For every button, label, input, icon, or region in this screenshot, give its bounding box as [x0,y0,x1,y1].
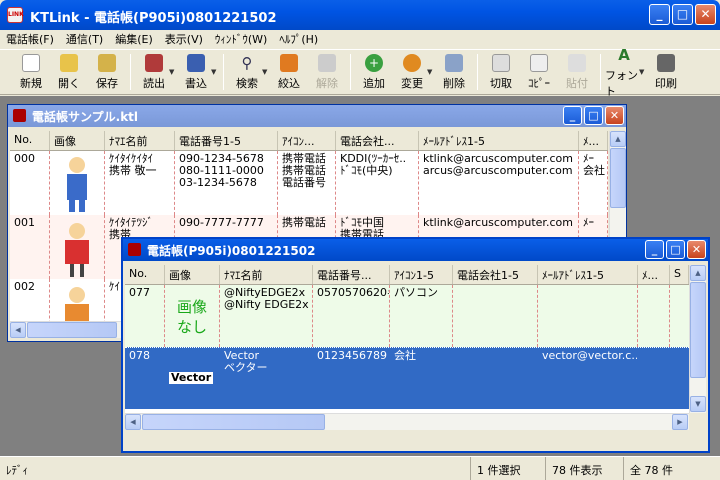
no-image-label: 画像 なし [165,285,220,347]
menu-window[interactable]: ｳｨﾝﾄﾞｳ(W) [209,30,273,48]
sample-maximize-button[interactable]: □ [584,106,603,125]
ktlink-app-icon: LINK [7,7,24,23]
trash-icon [445,53,463,72]
printer-icon [657,53,675,72]
scroll-thumb[interactable] [690,282,706,378]
font-dropdown-icon[interactable]: ▼ [639,68,647,76]
scroll-left-icon[interactable]: ◀ [125,414,141,430]
menu-phonebook[interactable]: 電話帳(F) [0,30,60,48]
toolbar-separator [223,54,224,90]
p905i-table-header: No. 画像 ﾅﾏｴ名前 電話番号... ｱｲｺﾝ1-5 電話会社1-5 ﾒｰﾙ… [125,265,689,285]
p905i-window-title-bar: 電話帳(P905i)0801221502 _ □ ✕ [123,239,708,261]
save-button[interactable]: 保存 [88,53,126,91]
maximize-button[interactable]: □ [672,4,693,25]
search-icon: ⚲ [241,53,253,72]
filter-clear-icon [318,53,336,72]
status-bar: ﾚﾃﾞｨ 1 件選択 78 件表示 全 78 件 [0,456,720,480]
minimize-button[interactable]: _ [649,4,670,25]
phone-write-icon [187,53,205,72]
change-dropdown-icon[interactable]: ▼ [427,68,435,76]
filter-icon [280,53,298,72]
search-dropdown-icon[interactable]: ▼ [262,68,270,76]
app-title: KTLink - 電話帳(P905i)0801221502 [30,11,277,26]
read-dropdown-icon[interactable]: ▼ [169,68,177,76]
font-button[interactable]: A フォント [605,46,643,99]
paste-icon [568,53,586,72]
p905i-minimize-button[interactable]: _ [645,240,664,259]
new-button[interactable]: 新規 [12,53,50,91]
table-row-selected[interactable]: 078 Vector Vector ベクター 0123456789 会社 vect… [125,347,689,409]
scroll-right-icon[interactable]: ▶ [672,414,688,430]
narrow-button[interactable]: 絞込 [270,53,308,91]
sample-minimize-button[interactable]: _ [563,106,582,125]
toolbar-separator [130,54,131,90]
change-button[interactable]: 変更 [393,53,431,91]
read-button[interactable]: 読出 [135,53,173,91]
sample-table-header: No. 画像 ﾅﾏｴ名前 電話番号1-5 ｱｲｺﾝ... 電話会社... ﾒｰﾙ… [10,131,608,151]
menu-help[interactable]: ﾍﾙﾌﾟ(H) [273,30,324,48]
scroll-up-icon[interactable]: ▲ [610,131,626,147]
release-button[interactable]: 解除 [308,53,346,91]
scroll-down-icon[interactable]: ▼ [690,396,706,412]
scroll-thumb[interactable] [27,322,117,338]
toolbar-separator [600,54,601,90]
copy-icon [530,53,548,72]
sample-close-button[interactable]: ✕ [605,106,624,125]
menu-communication[interactable]: 通信(T) [60,30,109,48]
write-dropdown-icon[interactable]: ▼ [211,68,219,76]
menu-view[interactable]: 表示(V) [159,30,209,48]
vector-logo: Vector [169,371,214,384]
new-file-icon [22,53,40,72]
scroll-thumb[interactable] [142,414,325,430]
sample-horizontal-scrollbar[interactable]: ◀ [10,321,126,338]
menu-edit[interactable]: 編集(E) [109,30,159,48]
p905i-horizontal-scrollbar[interactable]: ◀ ▶ [125,413,689,430]
phone-window-icon [13,109,26,122]
scroll-up-icon[interactable]: ▲ [690,265,706,281]
p905i-phonebook-window[interactable]: 電話帳(P905i)0801221502 _ □ ✕ No. 画像 ﾅﾏｴ名前 … [121,237,710,453]
add-button[interactable]: + 追加 [355,53,393,91]
character-image [60,155,94,215]
paste-button[interactable]: 貼付 [558,53,596,91]
app-title-bar: LINK KTLink - 電話帳(P905i)0801221502 _ □ ✕ [0,0,720,30]
cut-icon [492,53,510,72]
open-button[interactable]: 開く [50,53,88,91]
delete-button[interactable]: 削除 [435,53,473,91]
print-button[interactable]: 印刷 [647,53,685,91]
close-button[interactable]: ✕ [695,4,716,25]
cut-button[interactable]: 切取 [482,53,520,91]
p905i-maximize-button[interactable]: □ [666,240,685,259]
search-button[interactable]: ⚲ 検索 [228,54,266,91]
toolbar-separator [477,54,478,90]
p905i-close-button[interactable]: ✕ [687,240,706,259]
p905i-vertical-scrollbar[interactable]: ▲ ▼ [689,265,706,413]
mdi-client-area: 電話帳サンプル.ktl _ □ ✕ No. 画像 ﾅﾏｴ名前 電話番号1-5 ｱ… [0,96,720,456]
phone-window-icon [128,243,141,256]
sample-window-title-bar: 電話帳サンプル.ktl _ □ ✕ [8,105,626,127]
save-icon [98,53,116,72]
add-icon: + [365,53,383,72]
p905i-table: No. 画像 ﾅﾏｴ名前 電話番号... ｱｲｺﾝ1-5 電話会社1-5 ﾒｰﾙ… [125,265,689,413]
table-row[interactable]: 000 ｹｲﾀｲｹｲﾀｲ 携帯 敬一 090-1234-5678 080-1111-… [10,151,608,215]
table-row[interactable]: 077 画像 なし @NiftyEDGE2x @Nifty EDGE2x 0570… [125,285,689,347]
copy-button[interactable]: ｺﾋﾟｰ [520,53,558,91]
phone-read-icon [145,53,163,72]
write-button[interactable]: 書込 [177,53,215,91]
toolbar: 新規 開く 保存 読出 ▼ 書込 ▼ ⚲ 検索 ▼ 絞込 解除 + 追加 変更 ▼ … [0,46,720,98]
change-icon [403,53,421,72]
scroll-thumb[interactable] [610,148,626,208]
character-image [60,283,94,321]
character-image [60,219,94,279]
scroll-left-icon[interactable]: ◀ [10,322,26,338]
toolbar-separator [350,54,351,90]
font-icon: A [618,45,630,64]
folder-open-icon [60,53,78,72]
